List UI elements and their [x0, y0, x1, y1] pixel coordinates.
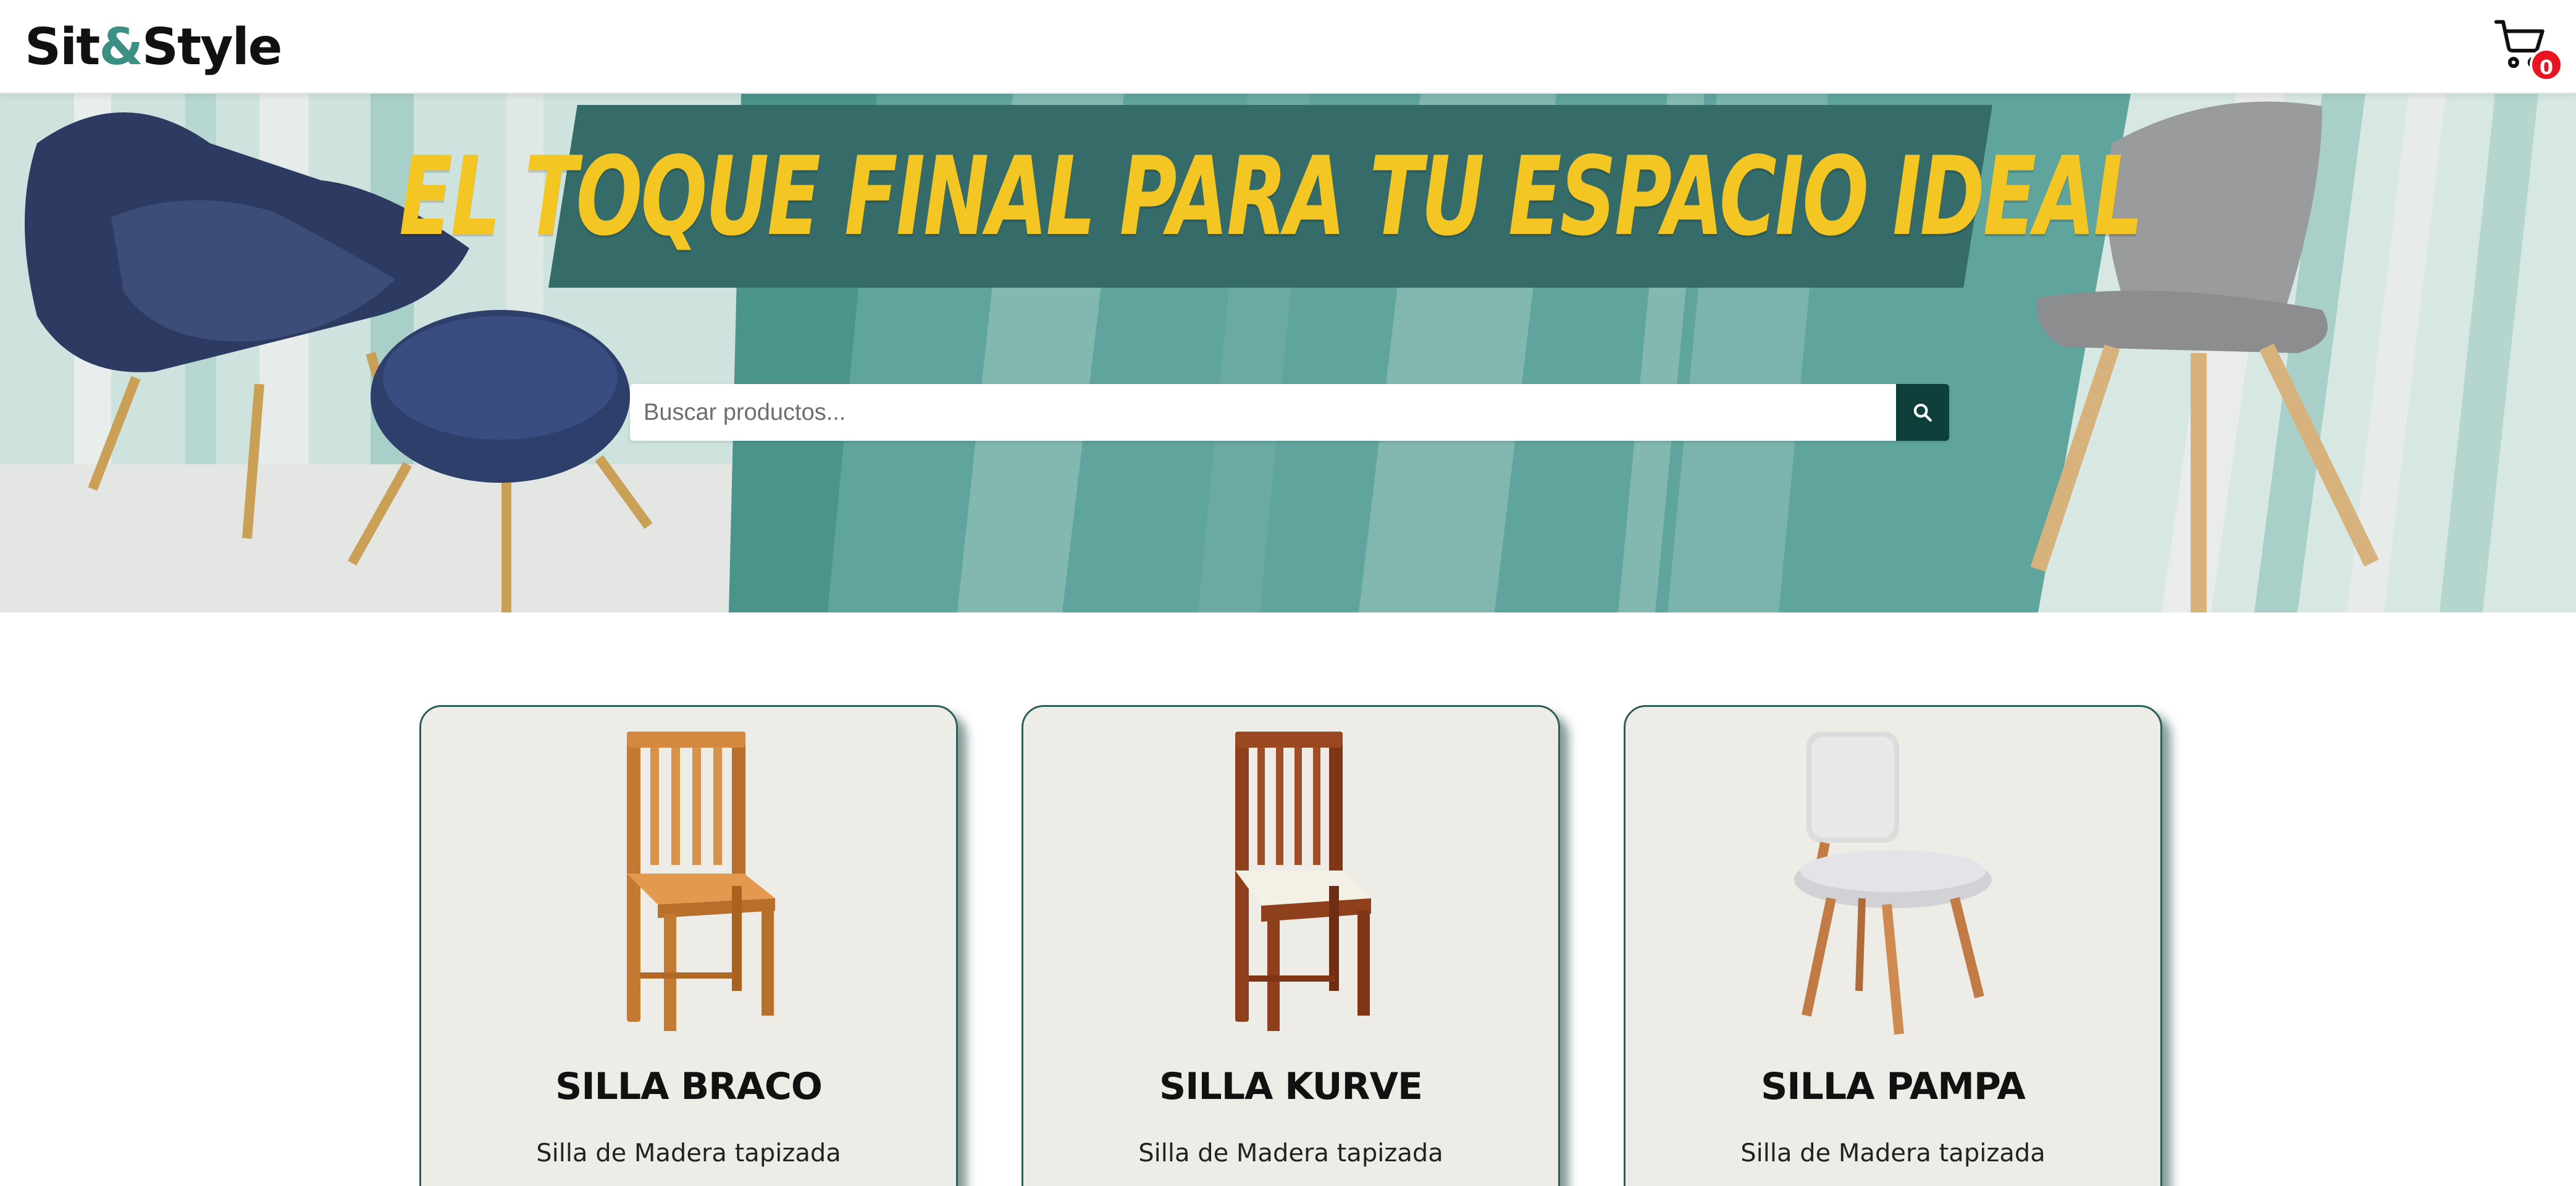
product-image [1626, 725, 2160, 1046]
wooden-chair-image [1235, 732, 1371, 1031]
hero-headline: EL TOQUE FINAL PARA TU ESPACIO IDEAL [399, 133, 2143, 260]
hero-banner: EL TOQUE FINAL PARA TU ESPACIO IDEAL [0, 94, 2576, 612]
top-navbar: Sit&Style 0 [0, 0, 2576, 94]
brand-ampersand: & [99, 18, 143, 77]
brand-name-part2: Style [141, 18, 282, 77]
product-title: SILLA PAMPA [1761, 1065, 2026, 1108]
upholstered-chair-image [1794, 732, 1992, 1035]
product-list: SILLA BRACO Silla de Madera tapizada SIL… [0, 612, 2576, 1186]
product-card[interactable]: SILLA BRACO Silla de Madera tapizada [419, 705, 958, 1186]
product-image [421, 725, 956, 1046]
product-image [1023, 725, 1558, 1046]
product-description: Silla de Madera tapizada [1740, 1139, 2045, 1167]
product-card[interactable]: SILLA PAMPA Silla de Madera tapizada [1624, 705, 2162, 1186]
search-input[interactable] [630, 384, 1896, 441]
product-description: Silla de Madera tapizada [1138, 1139, 1443, 1167]
product-title: SILLA BRACO [555, 1065, 823, 1108]
cart-button[interactable]: 0 [2494, 17, 2563, 81]
brand-name-part1: Sit [25, 18, 100, 77]
search-bar [630, 384, 1949, 441]
product-description: Silla de Madera tapizada [536, 1139, 841, 1167]
wooden-chair-image [627, 732, 775, 1031]
cart-count-badge: 0 [2530, 48, 2563, 81]
search-icon [1913, 403, 1932, 422]
product-card[interactable]: SILLA KURVE Silla de Madera tapizada [1022, 705, 1560, 1186]
search-button[interactable] [1896, 384, 1949, 441]
product-title: SILLA KURVE [1159, 1065, 1423, 1108]
brand-logo[interactable]: Sit&Style [25, 14, 282, 81]
